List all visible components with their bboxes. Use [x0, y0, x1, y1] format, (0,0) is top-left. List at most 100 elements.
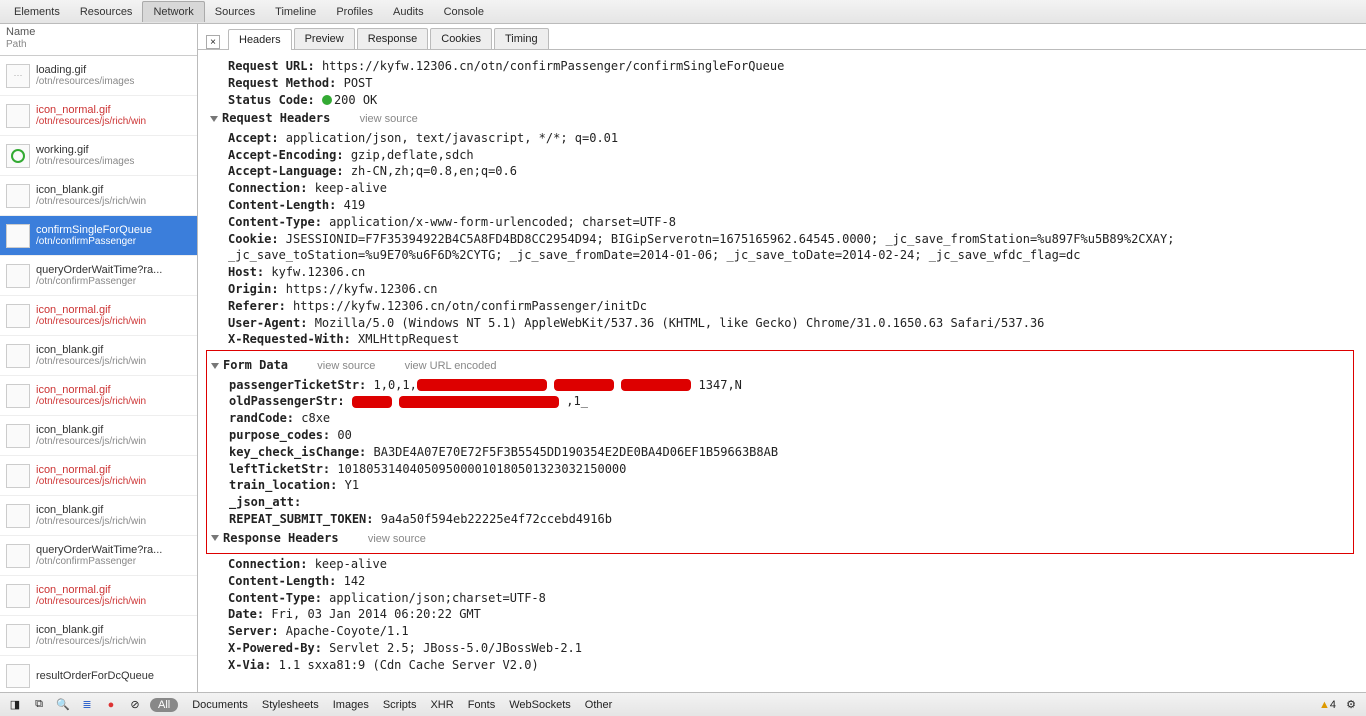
detail-tab-headers[interactable]: Headers: [228, 29, 292, 50]
request-path: /otn/confirmPassenger: [36, 276, 162, 287]
request-path: /otn/resources/js/rich/win: [36, 476, 146, 487]
detail-tab-cookies[interactable]: Cookies: [430, 28, 492, 49]
request-path: /otn/resources/js/rich/win: [36, 516, 146, 527]
top-tab-resources[interactable]: Resources: [70, 2, 143, 22]
request-name: icon_normal.gif: [36, 104, 146, 116]
list-icon[interactable]: ≣: [78, 696, 96, 714]
request-row[interactable]: icon_blank.gif/otn/resources/js/rich/win: [0, 616, 197, 656]
top-tab-elements[interactable]: Elements: [4, 2, 70, 22]
top-tab-sources[interactable]: Sources: [205, 2, 265, 22]
request-name: working.gif: [36, 144, 134, 156]
close-icon[interactable]: ×: [206, 35, 220, 49]
request-path: /otn/resources/js/rich/win: [36, 636, 146, 647]
file-icon: ⋯: [6, 64, 30, 88]
detail-tab-preview[interactable]: Preview: [294, 28, 355, 49]
status-label: Status Code:: [228, 93, 315, 107]
form-data-row: purpose_codes: 00: [207, 427, 1353, 444]
form-data-row: randCode: c8xe: [207, 410, 1353, 427]
filter-other[interactable]: Other: [585, 699, 613, 711]
request-name: queryOrderWaitTime?ra...: [36, 544, 162, 556]
chevron-down-icon[interactable]: [211, 535, 219, 541]
header-row: Accept-Encoding: gzip,deflate,sdch: [210, 147, 1354, 164]
record-icon[interactable]: ●: [102, 696, 120, 714]
top-tab-console[interactable]: Console: [434, 2, 494, 22]
request-row[interactable]: icon_blank.gif/otn/resources/js/rich/win: [0, 496, 197, 536]
request-name: icon_blank.gif: [36, 424, 146, 436]
request-row[interactable]: icon_blank.gif/otn/resources/js/rich/win: [0, 416, 197, 456]
chevron-down-icon[interactable]: [211, 363, 219, 369]
header-row: Connection: keep-alive: [210, 556, 1354, 573]
request-row[interactable]: icon_normal.gif/otn/resources/js/rich/wi…: [0, 376, 197, 416]
filter-images[interactable]: Images: [333, 699, 369, 711]
request-path: /otn/resources/js/rich/win: [36, 596, 146, 607]
file-icon: [6, 584, 30, 608]
request-headers-title: Request Headers: [222, 111, 330, 125]
sidebar-header[interactable]: Name Path: [0, 24, 197, 56]
status-dot-icon: [322, 95, 332, 105]
view-url-encoded-link[interactable]: view URL encoded: [383, 360, 497, 372]
status-code: 200 OK: [334, 93, 377, 107]
header-row: Host: kyfw.12306.cn: [210, 264, 1354, 281]
form-data-row: leftTicketStr: 1018053140405095000010180…: [207, 461, 1353, 478]
file-icon: [6, 304, 30, 328]
request-path: /otn/confirmPassenger: [36, 556, 162, 567]
filter-stylesheets[interactable]: Stylesheets: [262, 699, 319, 711]
request-name: icon_blank.gif: [36, 624, 146, 636]
top-tab-network[interactable]: Network: [142, 1, 204, 22]
warning-badge[interactable]: ▲4: [1319, 699, 1336, 711]
view-source-link[interactable]: view source: [338, 113, 418, 125]
form-data-row: passengerTicketStr: 1,0,1, 1347,N: [207, 377, 1353, 394]
form-data-row: _json_att:: [207, 494, 1353, 511]
request-path: /otn/resources/js/rich/win: [36, 196, 146, 207]
request-name: icon_normal.gif: [36, 384, 146, 396]
detail-tab-response[interactable]: Response: [357, 28, 429, 49]
file-icon: [6, 184, 30, 208]
req-url-label: Request URL:: [228, 59, 315, 73]
request-name: queryOrderWaitTime?ra...: [36, 264, 162, 276]
gear-icon[interactable]: ⚙: [1342, 696, 1360, 714]
request-row[interactable]: icon_normal.gif/otn/resources/js/rich/wi…: [0, 96, 197, 136]
request-row[interactable]: icon_normal.gif/otn/resources/js/rich/wi…: [0, 576, 197, 616]
request-row[interactable]: working.gif/otn/resources/images: [0, 136, 197, 176]
request-row[interactable]: icon_blank.gif/otn/resources/js/rich/win: [0, 176, 197, 216]
filter-websockets[interactable]: WebSockets: [509, 699, 571, 711]
request-row[interactable]: resultOrderForDcQueue: [0, 656, 197, 692]
request-name: icon_normal.gif: [36, 584, 146, 596]
dock-icon[interactable]: ◨: [6, 696, 24, 714]
filter-documents[interactable]: Documents: [192, 699, 248, 711]
file-icon: [6, 144, 30, 168]
request-row[interactable]: icon_blank.gif/otn/resources/js/rich/win: [0, 336, 197, 376]
request-row[interactable]: queryOrderWaitTime?ra.../otn/confirmPass…: [0, 256, 197, 296]
request-name: loading.gif: [36, 64, 134, 76]
request-row[interactable]: icon_normal.gif/otn/resources/js/rich/wi…: [0, 296, 197, 336]
request-row[interactable]: icon_normal.gif/otn/resources/js/rich/wi…: [0, 456, 197, 496]
request-path: /otn/resources/js/rich/win: [36, 436, 146, 447]
req-method: POST: [344, 76, 373, 90]
request-row[interactable]: confirmSingleForQueue/otn/confirmPasseng…: [0, 216, 197, 256]
filter-xhr[interactable]: XHR: [430, 699, 453, 711]
header-row: Accept: application/json, text/javascrip…: [210, 130, 1354, 147]
view-source-link[interactable]: view source: [295, 360, 375, 372]
header-row: Content-Length: 142: [210, 573, 1354, 590]
search-icon[interactable]: 🔍: [54, 696, 72, 714]
block-icon[interactable]: ⊘: [126, 696, 144, 714]
header-row: Accept-Language: zh-CN,zh;q=0.8,en;q=0.6: [210, 163, 1354, 180]
filter-fonts[interactable]: Fonts: [468, 699, 496, 711]
console-icon[interactable]: ⧉: [30, 696, 48, 714]
request-list: ⋯ loading.gif/otn/resources/images icon_no…: [0, 56, 197, 692]
view-source-link[interactable]: view source: [346, 533, 426, 545]
top-tab-audits[interactable]: Audits: [383, 2, 434, 22]
chevron-down-icon[interactable]: [210, 116, 218, 122]
top-tab-timeline[interactable]: Timeline: [265, 2, 326, 22]
filter-scripts[interactable]: Scripts: [383, 699, 417, 711]
form-data-row: key_check_isChange: BA3DE4A07E70E72F5F3B…: [207, 444, 1353, 461]
top-tab-profiles[interactable]: Profiles: [326, 2, 383, 22]
request-path: /otn/resources/images: [36, 156, 134, 167]
filter-all[interactable]: All: [150, 698, 178, 712]
file-icon: [6, 544, 30, 568]
detail-tab-timing[interactable]: Timing: [494, 28, 549, 49]
request-row[interactable]: ⋯loading.gif/otn/resources/images: [0, 56, 197, 96]
header-row: Content-Type: application/x-www-form-url…: [210, 214, 1354, 231]
request-row[interactable]: queryOrderWaitTime?ra.../otn/confirmPass…: [0, 536, 197, 576]
request-name: resultOrderForDcQueue: [36, 670, 154, 682]
